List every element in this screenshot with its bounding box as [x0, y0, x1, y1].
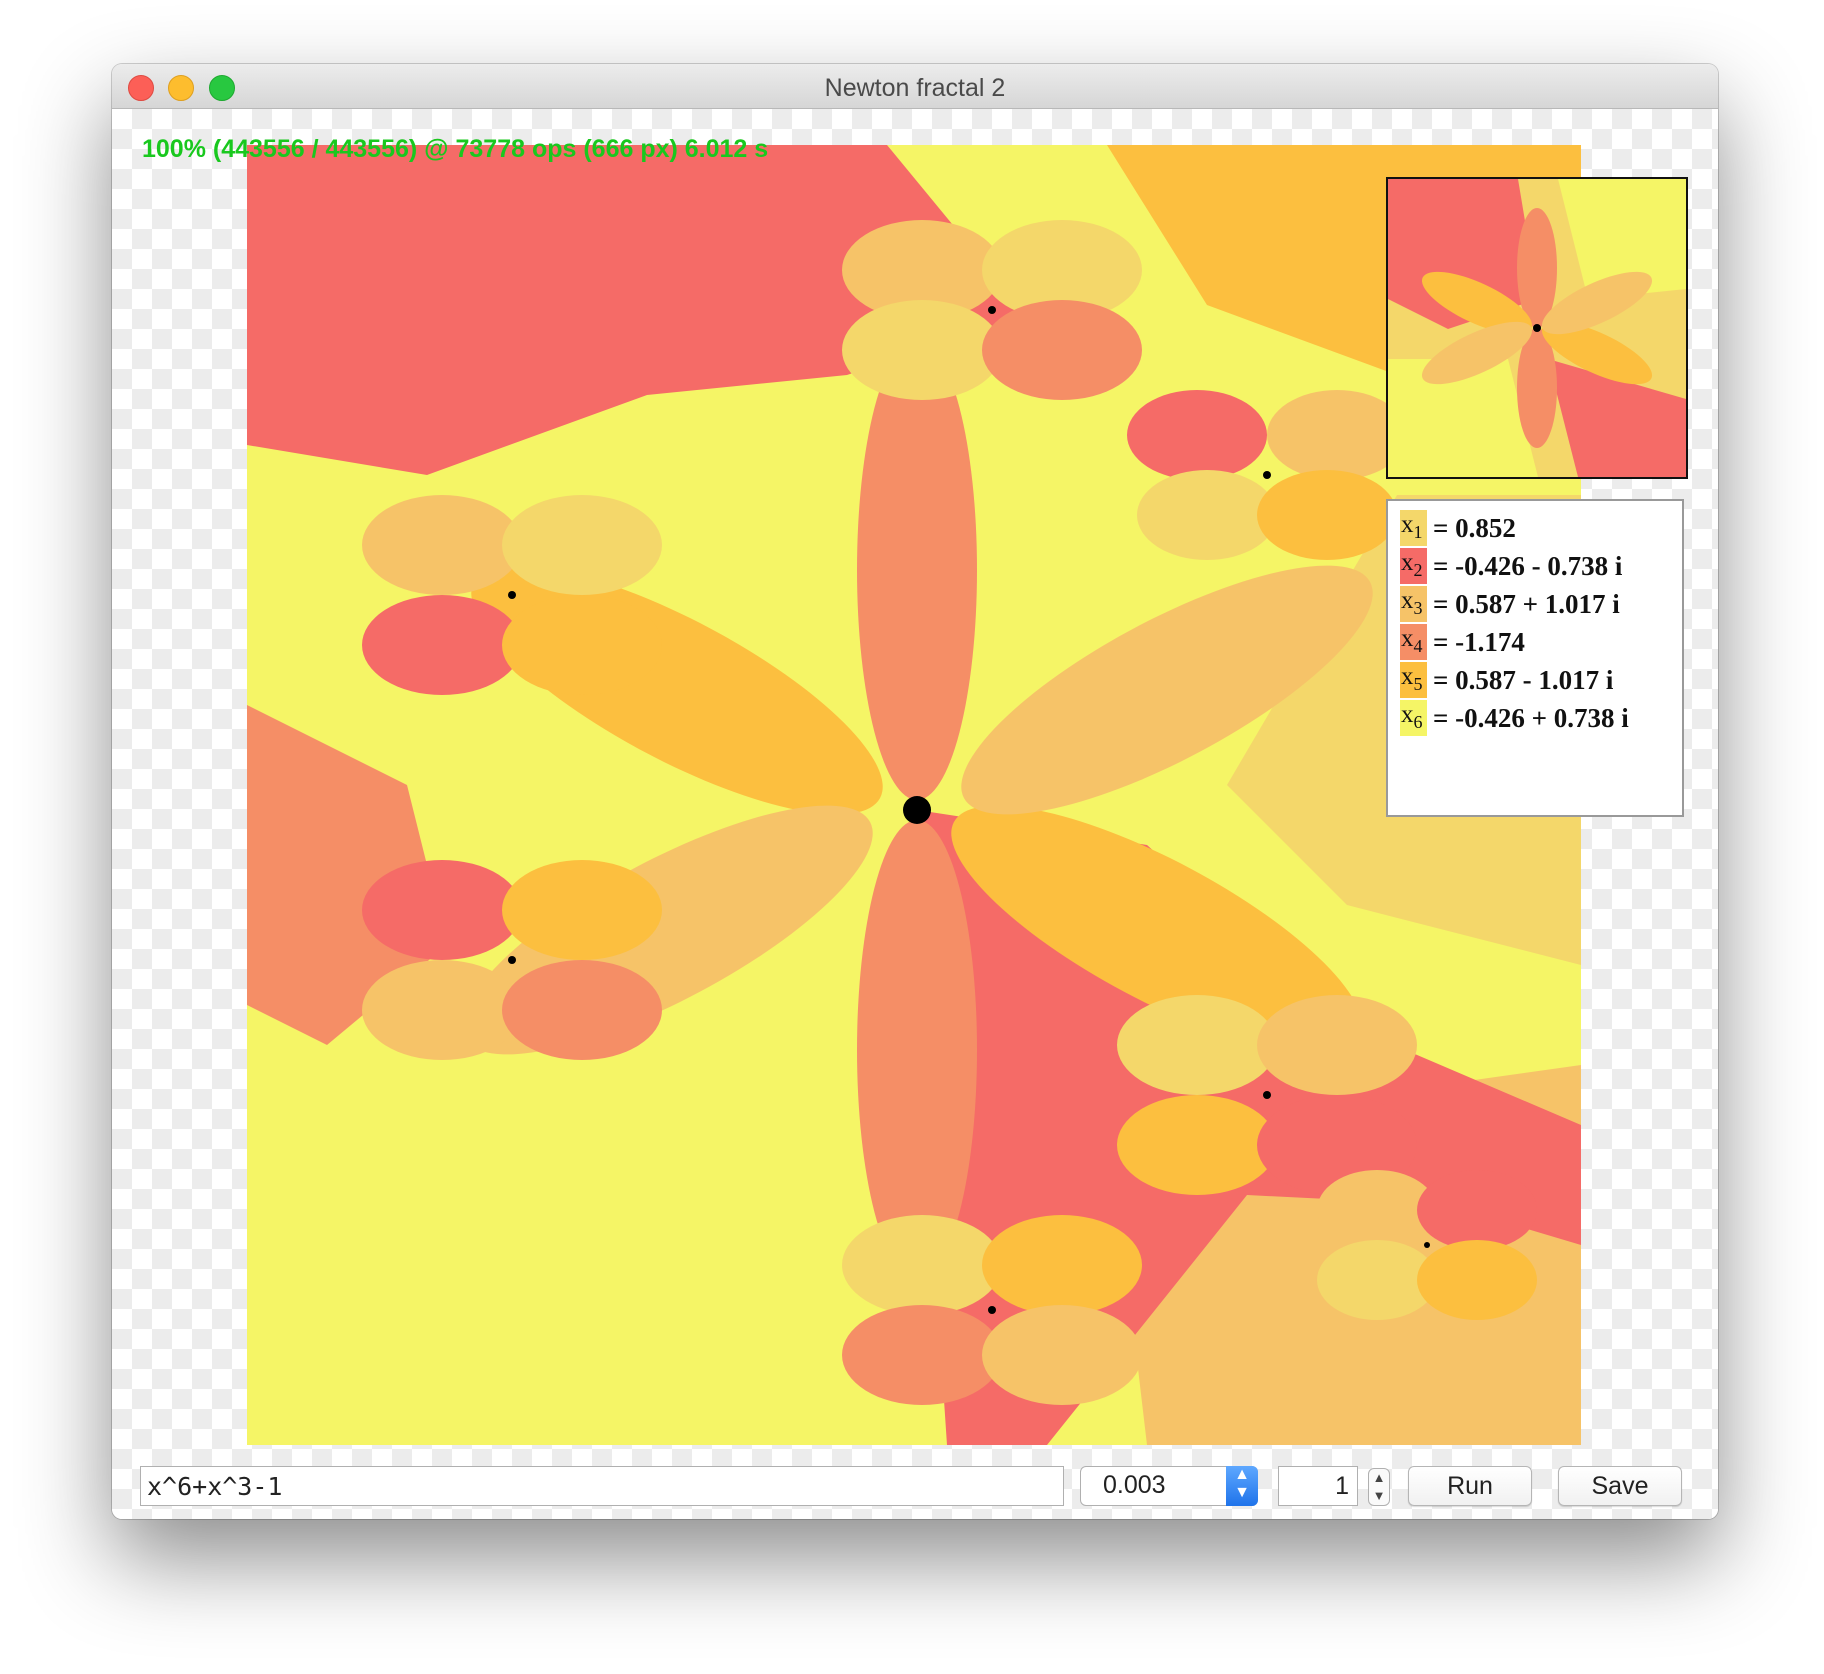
root-value: = -0.426 + 0.738 i: [1433, 702, 1629, 733]
root-row: x4 = -1.174: [1400, 623, 1682, 661]
root-swatch: x2: [1400, 548, 1427, 584]
root-row: x2 = -0.426 - 0.738 i: [1400, 547, 1682, 585]
root-row: x1 = 0.852: [1400, 509, 1682, 547]
iterations-field[interactable]: 1: [1278, 1466, 1358, 1506]
root-marker: [903, 796, 931, 824]
iterations-stepper-icon[interactable]: ▲ ▼: [1368, 1468, 1390, 1506]
root-swatch: x5: [1400, 662, 1427, 698]
roots-legend: x1 = 0.852 x2 = -0.426 - 0.738 i x3 = 0.…: [1386, 499, 1684, 817]
root-value: = -1.174: [1433, 626, 1525, 657]
formula-input[interactable]: [140, 1466, 1064, 1506]
root-value: = 0.587 - 1.017 i: [1433, 664, 1614, 695]
root-swatch: x6: [1400, 700, 1427, 736]
progress-status: 100% (443556 / 443556) @ 73778 ops (666 …: [142, 135, 769, 163]
window-title: Newton fractal 2: [824, 74, 1006, 102]
root-value: = 0.587 + 1.017 i: [1433, 588, 1620, 619]
root-row: x5 = 0.587 - 1.017 i: [1400, 661, 1682, 699]
title-bar[interactable]: Newton fractal 2: [112, 64, 1718, 109]
run-button[interactable]: Run: [1408, 1466, 1532, 1506]
fractal-image[interactable]: [247, 145, 1581, 1445]
root-swatch: x3: [1400, 586, 1427, 622]
preview-inset: [1386, 177, 1688, 479]
app-window: Newton fractal 2 100% (443556 / 443556) …: [112, 64, 1718, 1519]
root-row: x6 = -0.426 + 0.738 i: [1400, 699, 1682, 737]
root-value: = 0.852: [1433, 512, 1516, 543]
root-row: x3 = 0.587 + 1.017 i: [1400, 585, 1682, 623]
save-button[interactable]: Save: [1558, 1466, 1682, 1506]
root-value: = -0.426 - 0.738 i: [1433, 550, 1623, 581]
fractal-cluster: [1317, 1170, 1537, 1320]
preview-image: [1388, 179, 1686, 477]
tolerance-value: 0.003: [1103, 1471, 1166, 1499]
fractal-cluster: [842, 220, 1142, 400]
root-swatch: x1: [1400, 510, 1427, 546]
fractal-canvas-area: 100% (443556 / 443556) @ 73778 ops (666 …: [112, 109, 1718, 1519]
root-swatch: x4: [1400, 624, 1427, 660]
tolerance-select[interactable]: 0.003 ▲ ▼: [1080, 1466, 1258, 1506]
select-arrow-icon: ▲ ▼: [1226, 1466, 1258, 1506]
